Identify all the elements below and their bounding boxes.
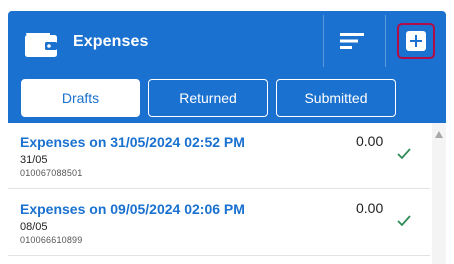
expense-title: Expenses on 31/05/2024 02:52 PM [20, 134, 245, 150]
checkmark-icon [397, 215, 411, 227]
expense-list: Expenses on 31/05/2024 02:52 PM 0.00 31/… [8, 123, 446, 264]
list-scrollbar[interactable] [432, 123, 446, 264]
add-plus-icon [406, 31, 426, 51]
expense-amount: 0.00 [356, 200, 384, 216]
header-divider [385, 15, 386, 67]
sort-lines-icon [340, 33, 364, 49]
expense-date: 31/05 [20, 154, 48, 166]
expense-date: 08/05 [20, 221, 48, 233]
list-item[interactable]: Expenses on 09/05/2024 02:06 PM 0.00 08/… [8, 190, 430, 256]
expense-id: 010066610899 [20, 235, 83, 245]
tab-submitted[interactable]: Submitted [276, 79, 396, 117]
page-title: Expenses [73, 33, 149, 50]
sort-button[interactable] [334, 27, 370, 55]
header-divider [323, 15, 324, 67]
list-item[interactable]: Expenses on 31/05/2024 02:52 PM 0.00 31/… [8, 123, 430, 189]
expenses-app: Expenses Drafts Returned Submitted Expen [0, 0, 454, 264]
expense-id: 010067088501 [20, 168, 83, 178]
tab-returned[interactable]: Returned [148, 79, 268, 117]
expense-title: Expenses on 09/05/2024 02:06 PM [20, 201, 245, 217]
tab-drafts[interactable]: Drafts [21, 79, 140, 117]
checkmark-icon [397, 148, 411, 160]
scroll-up-arrow-icon[interactable] [435, 131, 443, 138]
app-header: Expenses Drafts Returned Submitted [8, 11, 446, 123]
wallet-icon [20, 24, 62, 62]
add-expense-button[interactable] [397, 23, 435, 59]
expense-amount: 0.00 [356, 133, 384, 149]
